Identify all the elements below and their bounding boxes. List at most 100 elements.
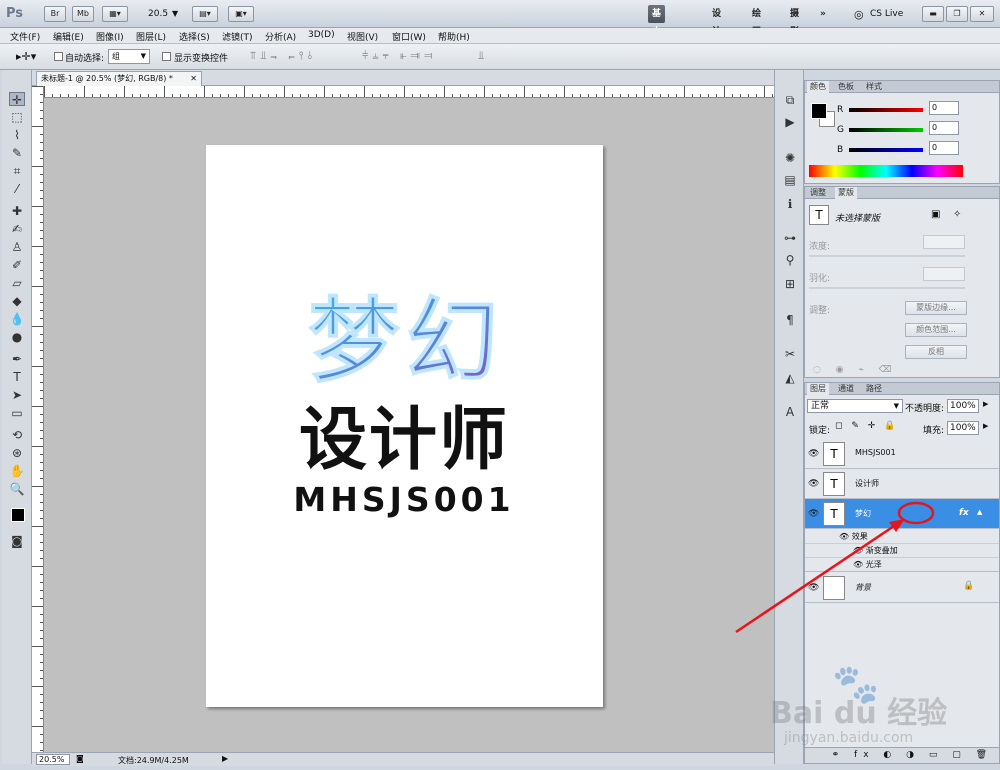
menu-analysis[interactable]: 分析(A) <box>265 30 296 43</box>
menu-file[interactable]: 文件(F) <box>10 30 40 43</box>
g-slider[interactable] <box>849 128 923 132</box>
r-value[interactable]: 0 <box>929 101 959 115</box>
3d-axis-icon[interactable]: ⚲ <box>781 252 799 268</box>
lasso-tool-icon[interactable]: ⌇ <box>9 128 25 142</box>
effect-satin[interactable]: 👁 光泽 <box>805 558 999 572</box>
navigator-icon[interactable]: ◭ <box>781 370 799 386</box>
status-zoom[interactable]: 20.5% <box>36 754 70 765</box>
eye-icon[interactable]: 👁 <box>853 560 866 569</box>
actions-icon[interactable]: ▶ <box>781 114 799 130</box>
eye-icon[interactable]: 👁 <box>808 583 819 593</box>
marquee-tool-icon[interactable]: ⬚ <box>9 110 25 124</box>
fill-arrow-icon[interactable]: ▶ <box>983 422 988 430</box>
view-extras-button[interactable]: ▦▾ <box>102 6 128 22</box>
layer-comps-icon[interactable]: ⊞ <box>781 276 799 292</box>
eye-icon[interactable]: 👁 <box>808 449 819 459</box>
layer-mhsjs001[interactable]: 👁 T MHSJS001 <box>805 439 999 469</box>
expand-effects-icon[interactable]: ▲ <box>977 508 982 516</box>
move-tool-icon[interactable]: ▸✛▾ <box>16 50 36 63</box>
status-menu-arrow-icon[interactable]: ▶ <box>222 754 228 763</box>
tab-swatches[interactable]: 色板 <box>835 81 857 93</box>
screen-mode-button[interactable]: ▣▾ <box>228 6 254 22</box>
eye-icon[interactable]: 👁 <box>839 532 852 541</box>
code-text[interactable]: MHSJS001 <box>293 480 514 519</box>
menu-view[interactable]: 视图(V) <box>347 30 378 43</box>
density-input[interactable] <box>923 235 965 249</box>
effects-row[interactable]: 👁 效果 <box>805 530 999 544</box>
opacity-arrow-icon[interactable]: ▶ <box>983 400 988 408</box>
quick-mask-icon[interactable]: ◙ <box>9 534 25 548</box>
clone-source-icon[interactable]: ▤ <box>781 172 799 188</box>
paragraph-icon[interactable]: ¶ <box>781 312 799 328</box>
layers-footer-icons[interactable]: ⚭ fx ◐ ◑ ▭ ▢ 🗑 <box>805 747 999 763</box>
tab-color[interactable]: 颜色 <box>807 81 829 93</box>
tab-styles[interactable]: 样式 <box>863 81 885 93</box>
mask-footer-icons[interactable]: ◌ ◉ ⌁ ⌫ <box>813 365 897 375</box>
b-value[interactable]: 0 <box>929 141 959 155</box>
status-icon[interactable]: ◙ <box>76 754 84 763</box>
move-tool-icon[interactable]: ✛ <box>9 92 25 107</box>
eye-icon[interactable]: 👁 <box>808 479 819 489</box>
invert-button[interactable]: 反相 <box>905 345 967 359</box>
workspace-more[interactable]: » <box>816 5 830 23</box>
effect-gradient-overlay[interactable]: 👁 渐变叠加 <box>805 544 999 558</box>
workspace-painting[interactable]: 绘画 <box>748 5 765 37</box>
foreground-swatch[interactable] <box>811 103 827 119</box>
foreground-color-swatch[interactable] <box>11 508 25 522</box>
opacity-input[interactable]: 100% <box>947 399 979 413</box>
chevron-down-icon[interactable]: ▼ <box>172 9 178 18</box>
info-icon[interactable]: ℹ <box>781 196 799 212</box>
tab-paths[interactable]: 路径 <box>863 383 885 395</box>
menu-3d[interactable]: 3D(D) <box>308 30 335 40</box>
tab-channels[interactable]: 通道 <box>835 383 857 395</box>
show-transform-checkbox[interactable] <box>162 52 171 61</box>
align-icons[interactable]: ⫪⫫⫬ ⫭⫯⫰ <box>250 49 316 63</box>
crop-tool-icon[interactable]: ⌗ <box>9 164 25 178</box>
hand-tool-icon[interactable]: ✋ <box>9 464 25 478</box>
pen-tool-icon[interactable]: ✒ <box>9 352 25 366</box>
r-slider[interactable] <box>849 108 923 112</box>
zoom-level[interactable]: 20.5 <box>148 9 168 19</box>
tab-layers[interactable]: 图层 <box>807 383 829 395</box>
healing-brush-tool-icon[interactable]: ✚ <box>9 204 25 218</box>
workspace-design[interactable]: 设计 <box>708 5 725 37</box>
color-range-button[interactable]: 颜色范围... <box>905 323 967 337</box>
path-selection-tool-icon[interactable]: ➤ <box>9 388 25 402</box>
document-canvas[interactable]: 梦幻 设计师 MHSJS001 <box>206 145 603 707</box>
menu-select[interactable]: 选择(S) <box>179 30 210 43</box>
menu-image[interactable]: 图像(I) <box>96 30 124 43</box>
3d-orbit-tool-icon[interactable]: ⊛ <box>9 446 25 460</box>
zoom-tool-icon[interactable]: 🔍 <box>9 482 25 496</box>
close-tab-icon[interactable]: ✕ <box>190 72 197 86</box>
fill-input[interactable]: 100% <box>947 421 979 435</box>
density-slider[interactable] <box>809 255 965 257</box>
distribute-icons[interactable]: ⫩⫨⫧ ⫦⫥⫤ <box>362 49 436 63</box>
history-brush-tool-icon[interactable]: ✐ <box>9 258 25 272</box>
mini-bridge-button[interactable]: Mb <box>72 6 94 22</box>
tab-masks[interactable]: 蒙版 <box>835 187 857 199</box>
brush-tool-icon[interactable]: ✍ <box>9 222 25 236</box>
cs-live-button[interactable]: CS Live <box>870 9 903 19</box>
blur-tool-icon[interactable]: 💧 <box>9 312 25 326</box>
shape-tool-icon[interactable]: ▭ <box>9 406 25 420</box>
layer-background[interactable]: 👁 背景 🔒 <box>805 573 999 603</box>
lock-icons[interactable]: ◻ ✎ ✛ 🔒 <box>835 421 898 431</box>
stamp-tool-icon[interactable]: ♙ <box>9 240 25 254</box>
tool-presets-icon[interactable]: ✂ <box>781 346 799 362</box>
eyedropper-tool-icon[interactable]: ⁄ <box>9 182 25 196</box>
auto-select-checkbox[interactable] <box>54 52 63 61</box>
workspace-essentials[interactable]: 基本功能 <box>648 5 666 73</box>
menu-help[interactable]: 帮助(H) <box>438 30 470 43</box>
feather-slider[interactable] <box>809 287 965 289</box>
menu-window[interactable]: 窗口(W) <box>392 30 426 43</box>
b-slider[interactable] <box>849 148 923 152</box>
dream-title-text[interactable]: 梦幻 <box>307 288 504 396</box>
menu-filter[interactable]: 滤镜(T) <box>222 30 253 43</box>
auto-select-dropdown[interactable]: 组 ▼ <box>108 49 150 64</box>
g-value[interactable]: 0 <box>929 121 959 135</box>
document-tab[interactable]: 未标题-1 @ 20.5% (梦幻, RGB/8) * ✕ <box>36 71 202 86</box>
menu-edit[interactable]: 编辑(E) <box>53 30 84 43</box>
designer-text[interactable]: 设计师 <box>299 401 509 480</box>
color-spectrum[interactable] <box>809 165 963 177</box>
quick-select-tool-icon[interactable]: ✎ <box>9 146 25 160</box>
